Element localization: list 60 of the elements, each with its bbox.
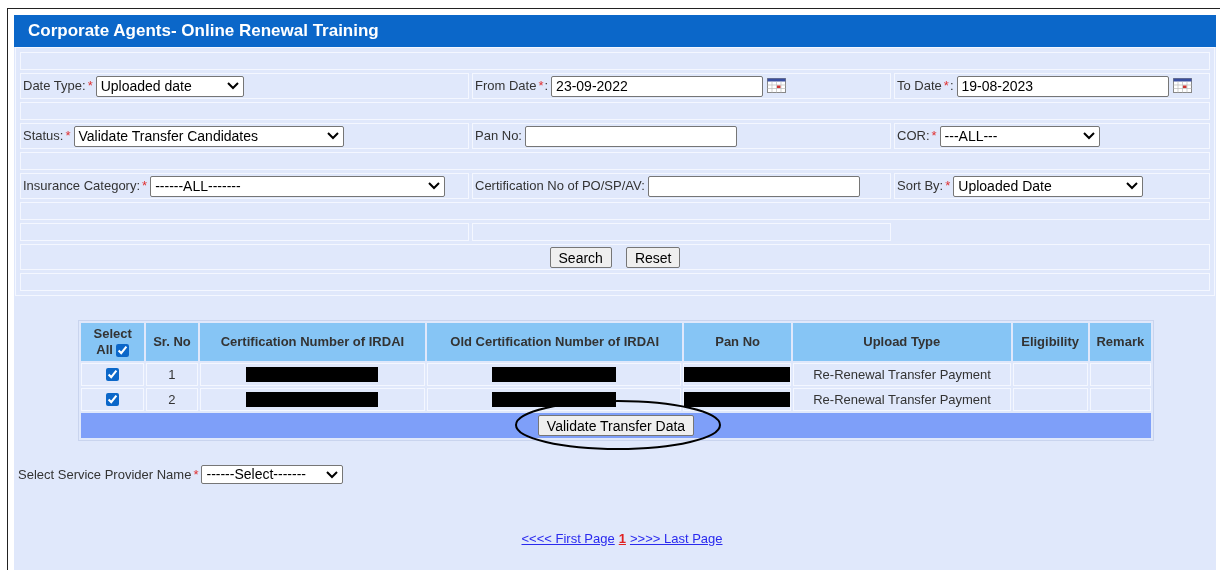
required-asterisk: * [945, 177, 951, 196]
required-asterisk: * [538, 77, 544, 96]
row-checkbox[interactable] [106, 368, 120, 381]
label-colon: : [949, 77, 954, 96]
chevron-down-icon [428, 182, 441, 190]
label-colon: : [544, 77, 549, 96]
field-label: Certification No of PO/SP/AV: [475, 177, 645, 196]
current-page-number: 1 [618, 529, 626, 548]
required-asterisk: * [943, 77, 949, 96]
chevron-down-icon [226, 82, 239, 90]
column-header: Sr. No [146, 323, 198, 361]
row-checkbox[interactable] [106, 393, 120, 406]
validate-transfer-data-button[interactable]: Validate Transfer Data [537, 415, 695, 436]
field-label: From Date [475, 77, 537, 96]
reset-button[interactable]: Reset [625, 246, 681, 268]
search-button[interactable]: Search [549, 246, 612, 268]
required-asterisk: * [87, 77, 93, 96]
date-field[interactable]: 19-08-2023 [956, 75, 1169, 97]
field-label: Select Service Provider Name [18, 466, 192, 484]
column-header: Eligibility [1012, 323, 1088, 361]
select-all-checkbox[interactable] [115, 343, 129, 357]
last-page-link[interactable]: >>>> Last Page [629, 528, 723, 548]
table-cell-text: 1 [168, 365, 176, 384]
table-cell-text: Re-Renewal Transfer Payment [813, 390, 991, 409]
dropdown[interactable]: ------ALL------- [150, 175, 446, 197]
text-field[interactable] [647, 175, 860, 197]
dropdown[interactable]: Validate Transfer Candidates [73, 125, 344, 147]
text-field[interactable] [525, 125, 737, 147]
table-cell-text: 2 [168, 390, 176, 409]
calendar-icon[interactable] [1172, 77, 1192, 93]
dropdown[interactable]: Uploaded Date [953, 175, 1144, 197]
page-header: Corporate Agents- Online Renewal Training [14, 15, 1216, 47]
field-label: Pan No: [475, 127, 522, 146]
column-header: Old Certification Number of IRDAI [427, 323, 683, 361]
chevron-down-icon [1082, 132, 1095, 140]
column-header: Remark [1089, 323, 1151, 361]
field-label: Sort By: [897, 177, 944, 196]
dropdown[interactable]: ------Select------- [201, 465, 344, 485]
column-header: Pan No [684, 323, 791, 361]
required-asterisk: * [65, 127, 71, 146]
required-asterisk: * [931, 127, 937, 146]
chevron-down-icon [326, 470, 339, 479]
chevron-down-icon [326, 132, 339, 140]
first-page-link[interactable]: <<<< First Page [521, 528, 615, 548]
dropdown[interactable]: Uploaded date [95, 75, 244, 97]
calendar-icon[interactable] [767, 77, 787, 93]
field-label: Insurance Category: [23, 177, 141, 196]
field-label: COR: [897, 127, 930, 146]
select-all-header: Select All [81, 323, 145, 361]
chevron-down-icon [1126, 182, 1139, 190]
required-asterisk: * [142, 177, 148, 196]
field-label: To Date [897, 77, 942, 96]
required-asterisk: * [193, 466, 199, 484]
field-label: Date Type: [23, 77, 86, 96]
table-cell-text: Re-Renewal Transfer Payment [813, 365, 991, 384]
column-header: Upload Type [793, 323, 1011, 361]
column-header: Certification Number of IRDAI [199, 323, 426, 361]
date-field[interactable]: 23-09-2022 [551, 75, 764, 97]
dropdown[interactable]: ---ALL--- [939, 125, 1100, 147]
field-label: Status: [23, 127, 64, 146]
